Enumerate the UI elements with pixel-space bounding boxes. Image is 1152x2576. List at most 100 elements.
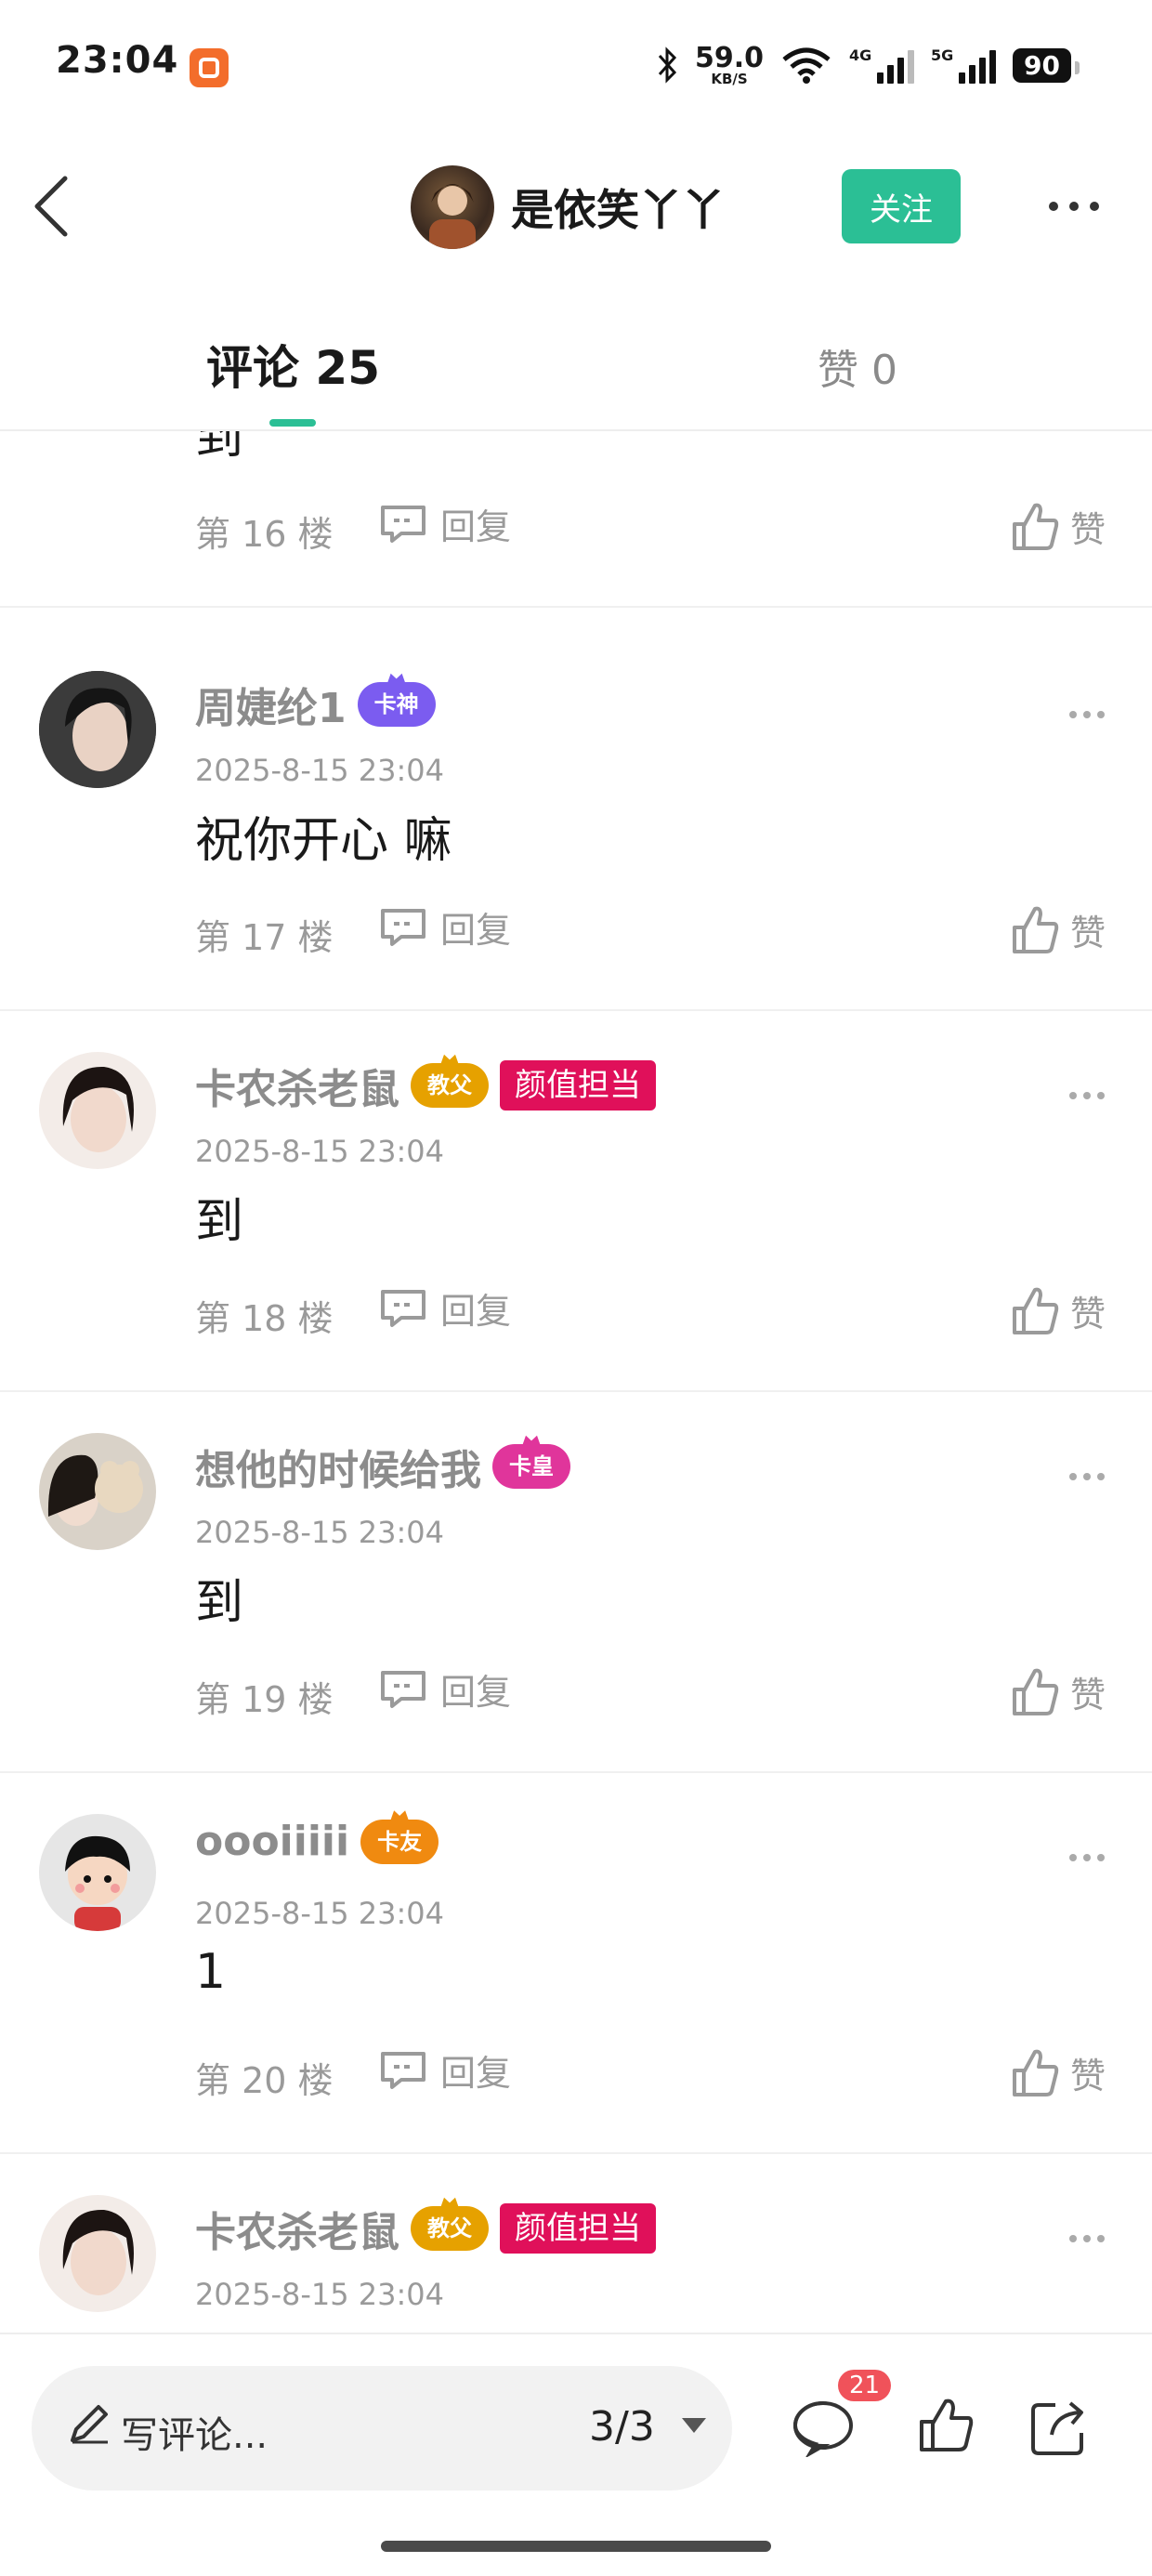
wifi-icon xyxy=(782,47,831,84)
avatar[interactable] xyxy=(39,1052,156,1169)
username[interactable]: 卡农杀老鼠 xyxy=(195,1056,399,1115)
comment-list[interactable]: 到 第 16 楼 回复 赞 周婕纶1 卡神 2025-8-15 23:04 祝你… xyxy=(0,431,1152,2333)
back-arrow-icon[interactable] xyxy=(28,167,80,245)
home-indicator[interactable] xyxy=(381,2541,771,2552)
comment-floor: 第 18 楼 xyxy=(195,1298,334,1339)
reply-label: 回复 xyxy=(440,1672,512,1713)
comment-text: 到 xyxy=(195,1575,244,1631)
comment-more-icon[interactable] xyxy=(1067,708,1107,721)
comment-item: oooiiiii 卡友 2025-8-15 23:04 1 第 20 楼 回复 … xyxy=(0,1773,1152,2154)
rank-badge: 教父 xyxy=(411,1063,489,1108)
bottom-divider xyxy=(0,2333,1152,2334)
thumbs-up-icon xyxy=(1013,2049,1059,2096)
signal-4g-icon: 4G xyxy=(849,46,915,84)
rank-badge: 卡友 xyxy=(360,1819,439,1864)
reply-label: 回复 xyxy=(440,1291,512,1332)
comment-item: 卡农杀老鼠 教父 颜值担当 2025-8-15 23:04 到 第 18 楼 回… xyxy=(0,1011,1152,1392)
rank-badge: 卡神 xyxy=(357,682,436,727)
comment-count-badge: 21 xyxy=(838,2370,892,2401)
reply-button[interactable]: 回复 xyxy=(377,901,511,953)
tab-comments[interactable]: 评论 25 xyxy=(206,331,380,398)
username[interactable]: 周婕纶1 xyxy=(195,675,347,734)
comment-floor: 第 17 楼 xyxy=(195,917,334,958)
comment-user: 想他的时候给我 卡皇 xyxy=(195,1437,570,1496)
title-tag: 颜值担当 xyxy=(500,2203,656,2254)
comment-more-icon[interactable] xyxy=(1067,2232,1107,2245)
more-icon[interactable] xyxy=(1044,191,1104,221)
pen-icon xyxy=(71,2405,108,2444)
follow-button[interactable]: 关注 xyxy=(842,169,961,243)
comment-text: 祝你开心 嘛 xyxy=(195,813,452,869)
header-title: 是依笑丫丫 xyxy=(511,185,725,235)
comment-bubble-icon[interactable] xyxy=(792,2398,855,2457)
like-button[interactable]: 赞 xyxy=(1009,903,1106,955)
comment-floor: 第 16 楼 xyxy=(195,514,334,555)
rank-badge: 教父 xyxy=(411,2206,489,2251)
reply-button[interactable]: 回复 xyxy=(377,1282,511,1334)
comment-item: 周婕纶1 卡神 2025-8-15 23:04 祝你开心 嘛 第 17 楼 回复… xyxy=(0,630,1152,1011)
comment-more-icon[interactable] xyxy=(1067,1470,1107,1483)
comment-text: 到 xyxy=(195,1194,244,1250)
share-icon[interactable] xyxy=(1028,2396,1091,2459)
battery-icon: 90 xyxy=(1013,47,1080,83)
reply-label: 回复 xyxy=(440,506,512,547)
username[interactable]: oooiiiii xyxy=(195,1818,349,1865)
like-label: 赞 xyxy=(1070,1293,1106,1334)
reply-icon xyxy=(381,908,425,946)
comment-text: 1 xyxy=(195,1944,227,2000)
thumbs-up-icon[interactable] xyxy=(916,2396,975,2455)
like-label: 赞 xyxy=(1070,2055,1106,2096)
username[interactable]: 想他的时候给我 xyxy=(195,1437,481,1496)
reply-button[interactable]: 回复 xyxy=(377,498,511,549)
thumbs-up-icon xyxy=(1013,503,1059,550)
like-label: 赞 xyxy=(1070,1674,1106,1715)
comment-item: 卡农杀老鼠 教父 颜值担当 2025-8-15 23:04 xyxy=(0,2154,1152,2333)
avatar[interactable] xyxy=(39,2195,156,2312)
tab-likes[interactable]: 赞 0 xyxy=(818,336,897,396)
like-button[interactable]: 赞 xyxy=(1009,1284,1106,1336)
like-button[interactable]: 赞 xyxy=(1009,2046,1106,2098)
comment-time: 2025-8-15 23:04 xyxy=(195,2277,444,2312)
comment-item: 想他的时候给我 卡皇 2025-8-15 23:04 到 第 19 楼 回复 赞 xyxy=(0,1392,1152,1773)
rank-badge: 卡皇 xyxy=(492,1444,570,1489)
avatar[interactable] xyxy=(39,1814,156,1931)
reply-icon xyxy=(381,1670,425,1708)
reply-label: 回复 xyxy=(440,2053,512,2094)
app-notification-icon xyxy=(190,48,229,87)
comment-user: 卡农杀老鼠 教父 颜值担当 xyxy=(195,1056,656,1115)
write-comment-placeholder[interactable]: 写评论... xyxy=(121,2405,268,2459)
status-time: 23:04 xyxy=(56,39,179,82)
status-icons: 59.0 KB/S 4G 5G 90 xyxy=(656,41,1080,89)
header-avatar[interactable] xyxy=(411,165,494,249)
title-tag: 颜值担当 xyxy=(500,1060,656,1111)
bluetooth-icon xyxy=(658,46,677,84)
comment-time: 2025-8-15 23:04 xyxy=(195,753,444,788)
net-speed-unit: KB/S xyxy=(711,70,748,87)
comment-time: 2025-8-15 23:04 xyxy=(195,1515,444,1550)
avatar[interactable] xyxy=(39,1433,156,1550)
comment-time: 2025-8-15 23:04 xyxy=(195,1134,444,1169)
net-speed: 59.0 KB/S xyxy=(695,41,765,87)
comment-item: 到 第 16 楼 回复 赞 xyxy=(0,431,1152,608)
comment-floor: 第 19 楼 xyxy=(195,1679,334,1720)
like-button[interactable]: 赞 xyxy=(1009,1665,1106,1717)
dropdown-triangle-icon[interactable] xyxy=(680,2416,708,2435)
signal-5g-label: 5G xyxy=(931,46,954,64)
username[interactable]: 卡农杀老鼠 xyxy=(195,2199,399,2258)
comment-user: 周婕纶1 卡神 xyxy=(195,675,436,734)
reply-icon xyxy=(381,1289,425,1327)
net-speed-value: 59.0 xyxy=(695,41,765,74)
like-button[interactable]: 赞 xyxy=(1009,500,1106,552)
comment-user: oooiiiii 卡友 xyxy=(195,1818,439,1865)
avatar[interactable] xyxy=(39,671,156,788)
comment-text: 到 xyxy=(195,431,244,466)
reply-label: 回复 xyxy=(440,910,512,951)
reply-button[interactable]: 回复 xyxy=(377,2044,511,2096)
like-label: 赞 xyxy=(1070,912,1106,953)
like-label: 赞 xyxy=(1070,508,1106,550)
page-indicator[interactable]: 3/3 xyxy=(589,2403,655,2451)
reply-button[interactable]: 回复 xyxy=(377,1663,511,1715)
comment-more-icon[interactable] xyxy=(1067,1089,1107,1102)
comment-more-icon[interactable] xyxy=(1067,1851,1107,1864)
comment-divider xyxy=(0,606,1152,608)
